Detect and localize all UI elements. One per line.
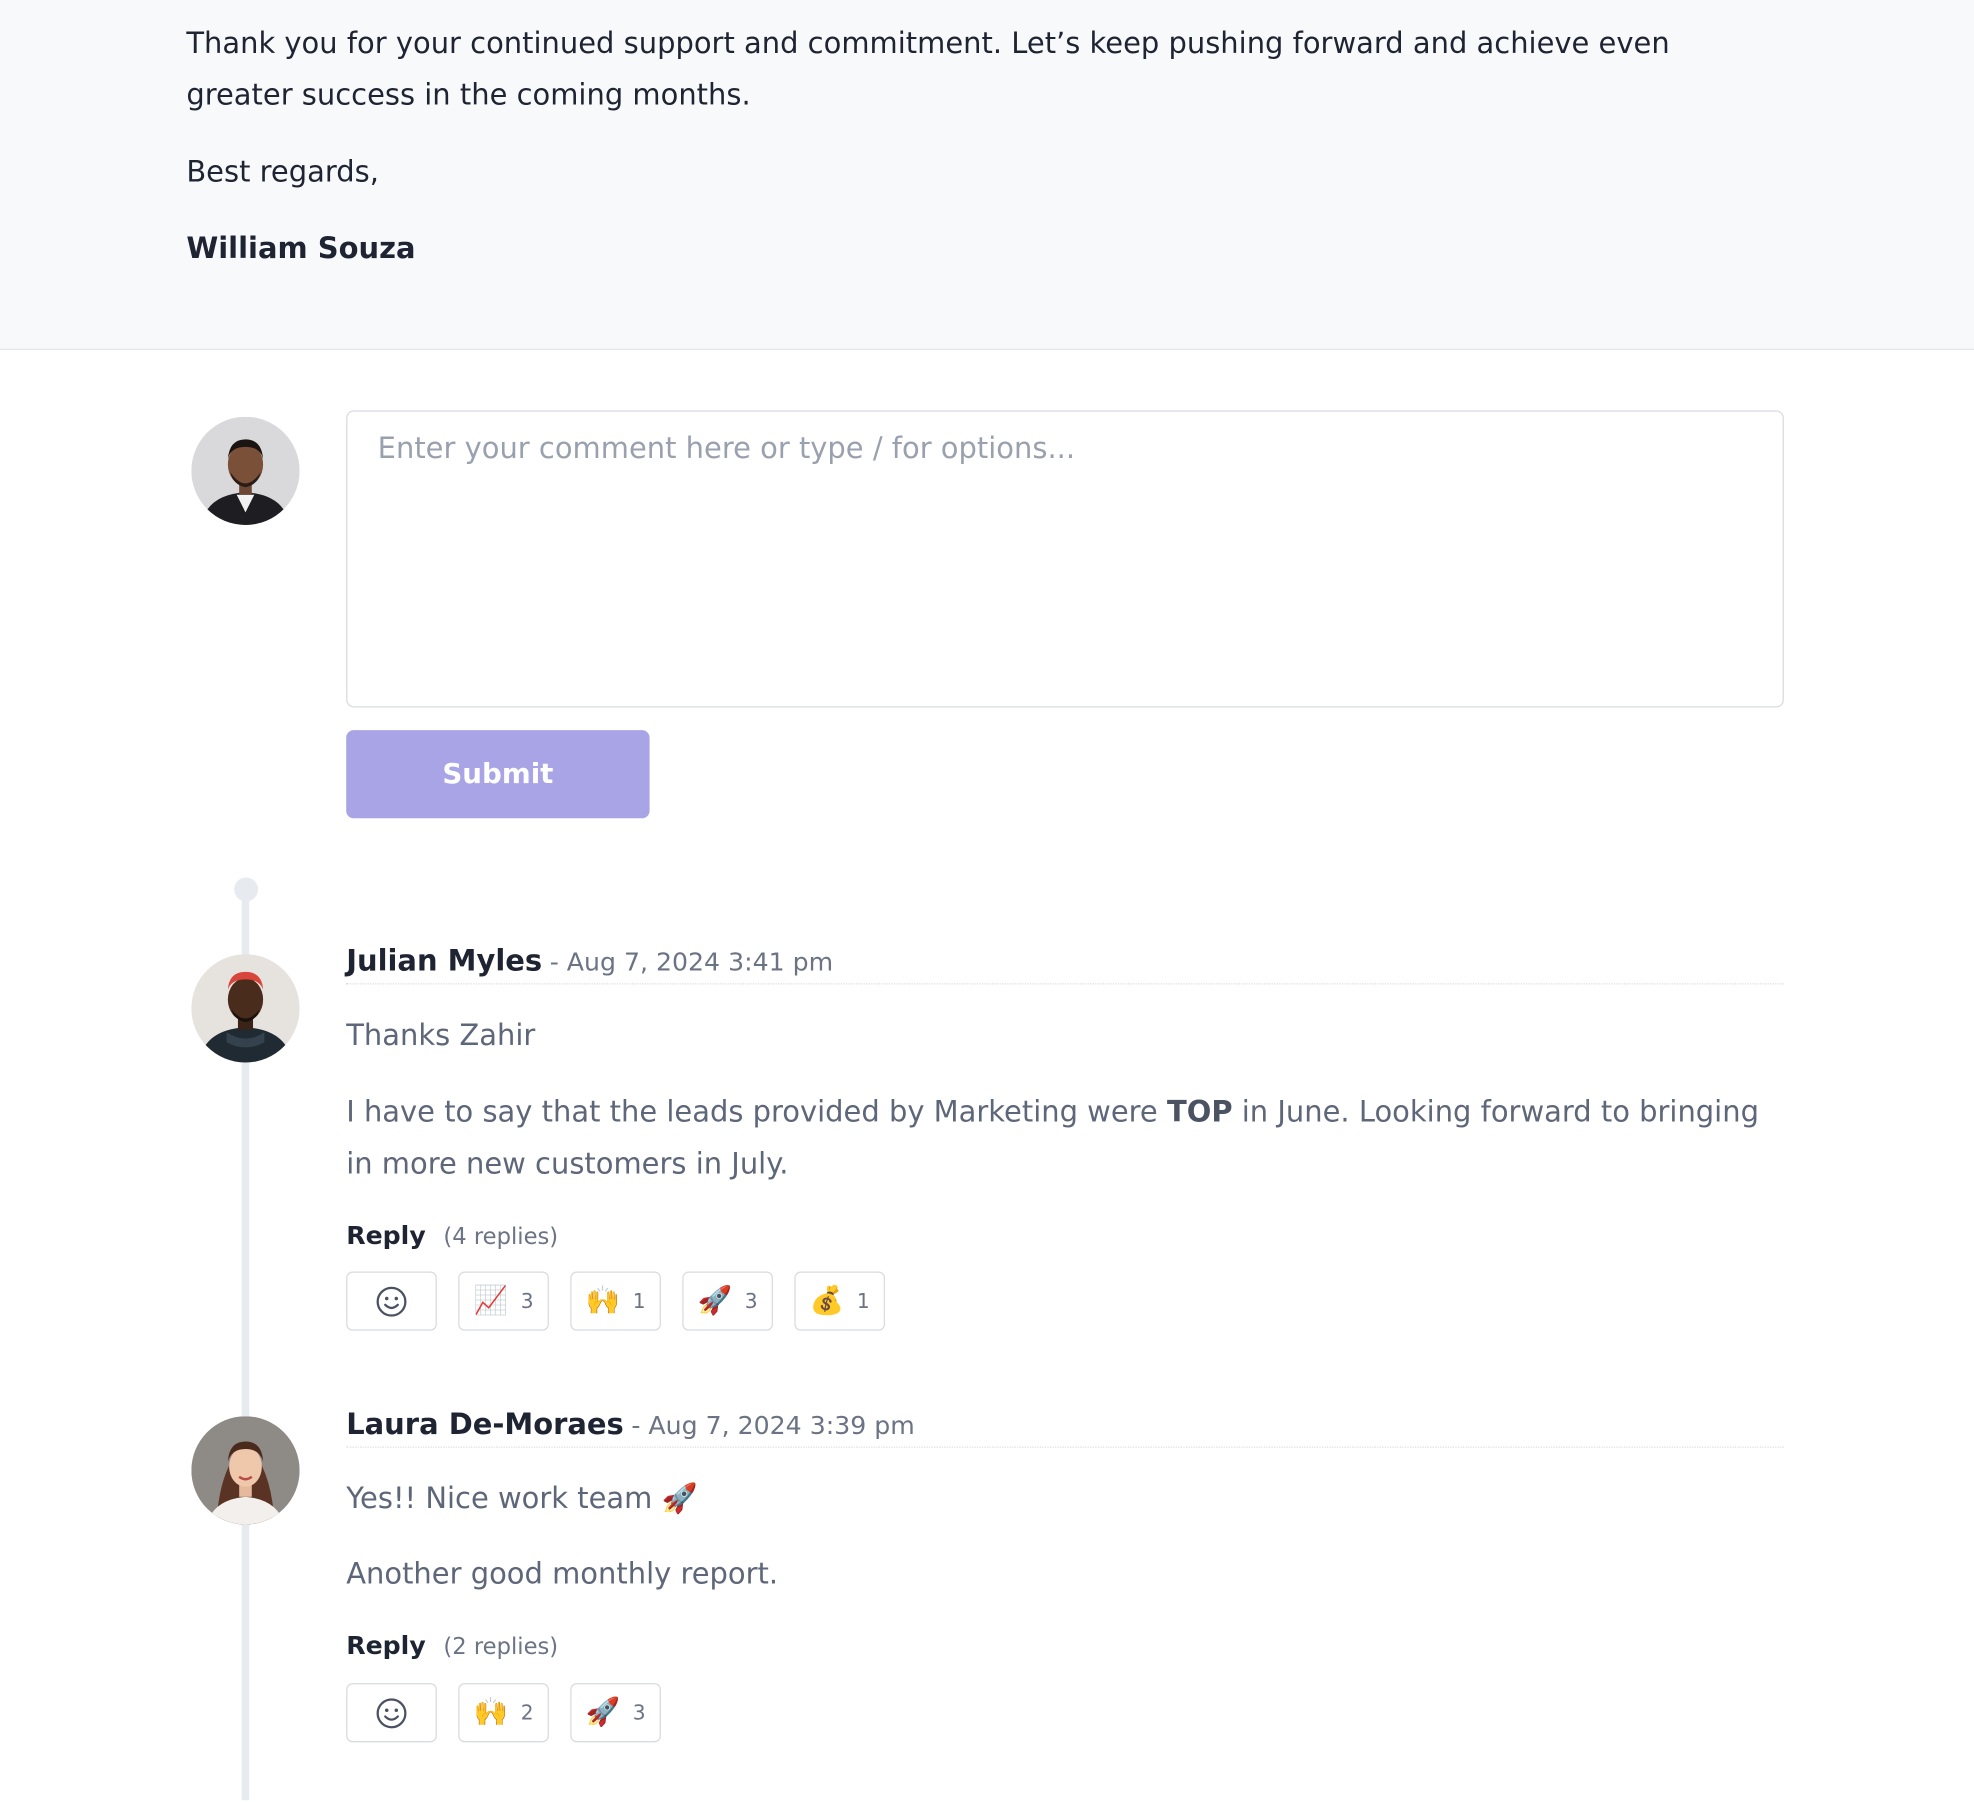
add-reaction-button[interactable] [346, 1271, 437, 1331]
reply-row: Reply (2 replies) [346, 1630, 558, 1660]
comment-header: Laura De-Moraes - Aug 7, 2024 3:39 pm [346, 1409, 1784, 1448]
comment-timestamp: - Aug 7, 2024 3:41 pm [549, 946, 834, 977]
julian-myles-avatar [191, 954, 300, 1063]
reaction-count: 3 [520, 1289, 534, 1314]
comment-text: Yes!! Nice work team 🚀 [346, 1482, 698, 1516]
raising-hands-icon: 🙌 [585, 1284, 621, 1317]
comment-input[interactable] [346, 410, 1784, 708]
reaction-chart[interactable]: 📈 3 [458, 1271, 549, 1331]
comment-text: Thanks Zahir [346, 1019, 536, 1053]
reply-button[interactable]: Reply [346, 1220, 426, 1250]
money-bag-icon: 💰 [809, 1284, 845, 1317]
reaction-count: 1 [856, 1289, 870, 1314]
page: Thank you for your continued support and… [0, 0, 1974, 1801]
avatar-photo [191, 954, 300, 1063]
email-closing-paragraph: Thank you for your continued support and… [186, 27, 1670, 113]
rocket-icon: 🚀 [585, 1696, 621, 1728]
reply-count[interactable]: (2 replies) [443, 1634, 558, 1660]
comment-header: Julian Myles - Aug 7, 2024 3:41 pm [346, 945, 1784, 985]
comment-text-bold: TOP [1166, 1096, 1233, 1130]
thread-start-dot [234, 877, 259, 902]
reaction-money-bag[interactable]: 💰 1 [794, 1271, 886, 1331]
comment-timestamp: - Aug 7, 2024 3:39 pm [631, 1409, 915, 1441]
comment-author[interactable]: Julian Myles [346, 945, 542, 978]
comment-text: I have to say that the leads provided by… [346, 1088, 1781, 1191]
reaction-rocket[interactable]: 🚀 3 [682, 1271, 773, 1331]
smile-add-icon [375, 1696, 408, 1729]
email-body: Thank you for your continued support and… [0, 0, 1974, 350]
avatar-photo [191, 1416, 300, 1525]
comment-author[interactable]: Laura De-Moraes [346, 1409, 624, 1442]
reply-count[interactable]: (4 replies) [443, 1224, 558, 1250]
reaction-raising-hands[interactable]: 🙌 2 [458, 1683, 549, 1743]
reaction-count: 3 [632, 1700, 646, 1725]
avatar-photo [191, 416, 300, 525]
reply-button[interactable]: Reply [346, 1630, 426, 1660]
comment-text-part: I have to say that the leads provided by… [346, 1096, 1167, 1130]
rocket-icon: 🚀 [697, 1284, 733, 1317]
email-regards: Best regards, [186, 156, 379, 189]
reaction-rocket[interactable]: 🚀 3 [570, 1683, 661, 1743]
laura-de-moraes-avatar [191, 1416, 300, 1525]
raising-hands-icon: 🙌 [473, 1696, 509, 1728]
current-user-avatar [191, 416, 300, 525]
chart-increasing-icon: 📈 [473, 1284, 509, 1317]
submit-button[interactable]: Submit [346, 730, 650, 819]
add-reaction-button[interactable] [346, 1683, 437, 1743]
reply-row: Reply (4 replies) [346, 1220, 558, 1250]
reaction-raising-hands[interactable]: 🙌 1 [570, 1271, 661, 1331]
email-signature: William Souza [186, 232, 416, 266]
comment-text: Another good monthly report. [346, 1558, 779, 1592]
reaction-count: 1 [632, 1289, 646, 1314]
reaction-count: 3 [744, 1289, 758, 1314]
reaction-count: 2 [520, 1700, 534, 1725]
smile-add-icon [375, 1285, 408, 1318]
